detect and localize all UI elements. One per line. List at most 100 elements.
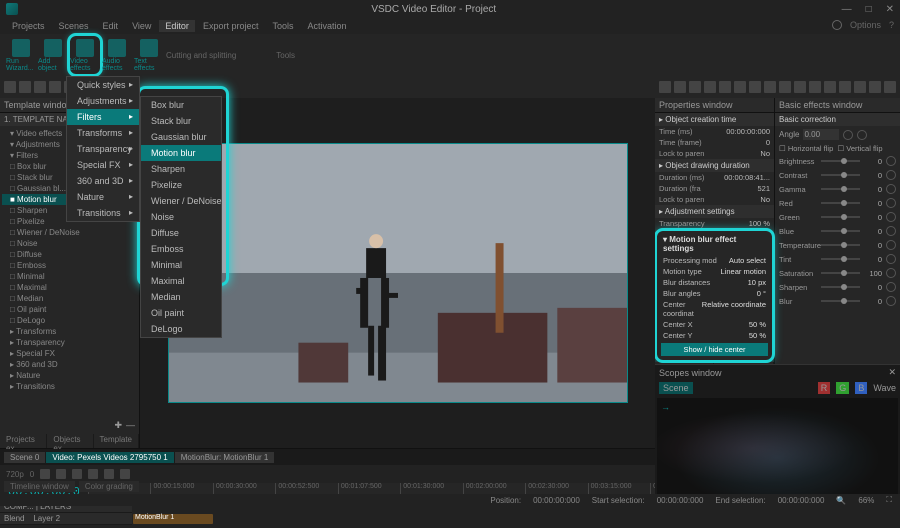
menu-item[interactable]: Nature (67, 189, 139, 205)
menu-item[interactable]: Transforms (67, 125, 139, 141)
tool-icon[interactable] (719, 81, 731, 93)
mb-row[interactable]: Center coordinatRelative coordinate (659, 299, 770, 319)
tab-color-grading[interactable]: Color grading (79, 481, 139, 492)
audio-effects-button[interactable]: Audio effects (102, 36, 132, 74)
prop-section[interactable]: ▸ Object creation time (655, 113, 774, 126)
video-preview[interactable] (168, 143, 628, 403)
close-button[interactable]: ✕ (886, 4, 894, 15)
expand-icon[interactable]: ⛶ (886, 495, 892, 505)
submenu-item[interactable]: Box blur (141, 97, 221, 113)
scope-arrow-icon[interactable]: → (661, 402, 670, 412)
reset-icon[interactable] (886, 156, 896, 166)
slider-red[interactable]: Red0 (775, 196, 900, 210)
play-start-icon[interactable] (40, 469, 50, 479)
reset-icon[interactable] (886, 240, 896, 250)
reset-icon[interactable] (886, 296, 896, 306)
menu-edit[interactable]: Edit (97, 20, 125, 32)
menu-view[interactable]: View (126, 20, 157, 32)
tool-icon[interactable] (689, 81, 701, 93)
tool-icon[interactable] (674, 81, 686, 93)
tool-icon[interactable] (824, 81, 836, 93)
add-object-button[interactable]: Add object (38, 36, 68, 74)
tool-icon[interactable] (869, 81, 881, 93)
text-effects-button[interactable]: Text effects (134, 36, 164, 74)
prop-row[interactable]: Transparency100 % (655, 218, 774, 229)
tree-item[interactable]: □ Oil paint (2, 304, 137, 315)
reset-icon[interactable] (886, 254, 896, 264)
options-label[interactable]: Options (850, 20, 881, 30)
vflip-checkbox[interactable]: ☐ (837, 144, 844, 153)
submenu-item[interactable]: Noise (141, 209, 221, 225)
tab-motionblur[interactable]: MotionBlur: MotionBlur 1 (175, 452, 275, 463)
slider-temperature[interactable]: Temperature0 (775, 238, 900, 252)
scope-b-button[interactable]: B (855, 382, 867, 394)
prev-frame-icon[interactable] (56, 469, 66, 479)
prop-section[interactable]: ▸ Object drawing duration (655, 159, 774, 172)
tree-item[interactable]: □ Minimal (2, 271, 137, 282)
tree-item[interactable]: ▸ Special FX (2, 348, 137, 359)
tree-item[interactable]: □ Noise (2, 238, 137, 249)
tool-icon[interactable] (4, 81, 16, 93)
reset-icon[interactable] (886, 268, 896, 278)
scope-r-button[interactable]: R (818, 382, 831, 394)
mb-row[interactable]: Center Y50 % (659, 330, 770, 341)
submenu-item[interactable]: Oil paint (141, 305, 221, 321)
scope-wave-button[interactable]: Wave (873, 383, 896, 393)
menu-item[interactable]: 360 and 3D (67, 173, 139, 189)
mb-row[interactable]: Blur angles0 ° (659, 288, 770, 299)
tree-item[interactable]: ▸ 360 and 3D (2, 359, 137, 370)
menu-item[interactable]: Transitions (67, 205, 139, 221)
prop-row[interactable]: Lock to parenNo (655, 194, 774, 205)
menu-activation[interactable]: Activation (301, 20, 352, 32)
submenu-item[interactable]: Median (141, 289, 221, 305)
add-icon[interactable]: ✚ (114, 420, 122, 432)
submenu-item[interactable]: DeLogo (141, 321, 221, 337)
tool-icon[interactable] (764, 81, 776, 93)
slider-tint[interactable]: Tint0 (775, 252, 900, 266)
submenu-item[interactable]: Wiener / DeNoise (141, 193, 221, 209)
tree-item[interactable]: □ Wiener / DeNoise (2, 227, 137, 238)
tree-item[interactable]: □ Maximal (2, 282, 137, 293)
tool-icon[interactable] (19, 81, 31, 93)
tool-icon[interactable] (49, 81, 61, 93)
show-hide-center-button[interactable]: Show / hide center (661, 343, 768, 356)
mb-header[interactable]: ▾ Motion blur effect settings (659, 233, 770, 255)
mb-row[interactable]: Processing modAuto select (659, 255, 770, 266)
submenu-item[interactable]: Gaussian blur (141, 129, 221, 145)
scopes-mode-select[interactable]: Scene (659, 382, 693, 394)
run-wizard-button[interactable]: Run Wizard... (6, 36, 36, 74)
res-label[interactable]: 720p (6, 470, 24, 479)
tab-scene[interactable]: Scene 0 (4, 452, 45, 463)
slider-blue[interactable]: Blue0 (775, 224, 900, 238)
clip-motionblur[interactable]: MotionBlur 1 (133, 514, 213, 524)
zoom-icon[interactable]: 🔍 (836, 496, 846, 505)
submenu-item[interactable]: Sharpen (141, 161, 221, 177)
tree-item[interactable]: ▸ Transitions (2, 381, 137, 392)
reset-icon[interactable] (886, 226, 896, 236)
prop-row[interactable]: Lock to parenNo (655, 148, 774, 159)
pause-icon[interactable] (88, 469, 98, 479)
rotate-cw-icon[interactable] (857, 130, 867, 140)
submenu-item[interactable]: Minimal (141, 257, 221, 273)
prop-row[interactable]: Duration (ms)00:00:08:41... (655, 172, 774, 183)
slider-green[interactable]: Green0 (775, 210, 900, 224)
menu-scenes[interactable]: Scenes (53, 20, 95, 32)
tree-item[interactable]: □ Median (2, 293, 137, 304)
scope-g-button[interactable]: G (836, 382, 849, 394)
reset-icon[interactable] (886, 198, 896, 208)
reset-icon[interactable] (886, 184, 896, 194)
video-effects-button[interactable]: Video effects (70, 36, 100, 74)
tab-clip[interactable]: Video: Pexels Videos 2795750 1 (46, 452, 173, 463)
menu-item[interactable]: Transparency (67, 141, 139, 157)
submenu-item[interactable]: Emboss (141, 241, 221, 257)
tool-icon[interactable] (659, 81, 671, 93)
tool-icon[interactable] (734, 81, 746, 93)
angle-input[interactable] (803, 129, 839, 140)
tool-icon[interactable] (704, 81, 716, 93)
hflip-checkbox[interactable]: ☐ (779, 144, 786, 153)
reset-icon[interactable] (886, 282, 896, 292)
tab-projects[interactable]: Projects ex... (0, 434, 46, 448)
tool-icon[interactable] (809, 81, 821, 93)
remove-icon[interactable]: — (126, 420, 135, 432)
slider-brightness[interactable]: Brightness0 (775, 154, 900, 168)
